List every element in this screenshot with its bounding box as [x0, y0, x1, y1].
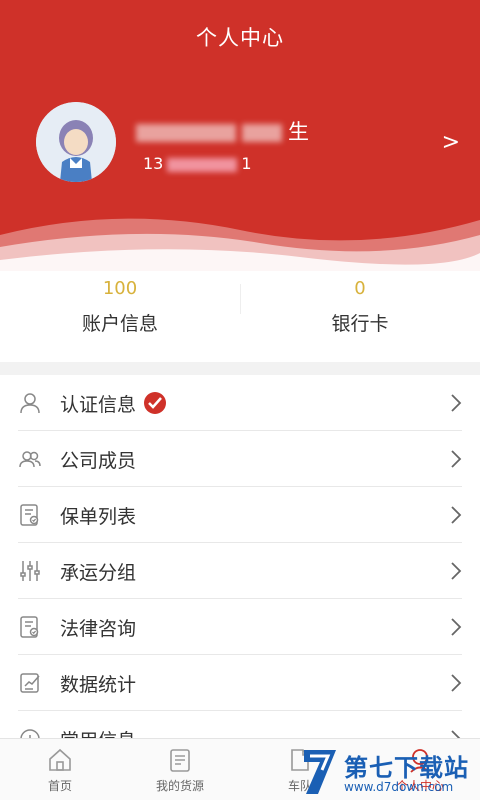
page-title: 个人中心 — [196, 26, 284, 50]
tab-label: 首页 — [47, 779, 72, 793]
chevron-right-icon — [451, 450, 462, 468]
redacted-phone — [167, 157, 238, 172]
verified-check-icon — [144, 391, 167, 414]
stat-label: 账户信息 — [81, 313, 158, 335]
tab-home[interactable]: 首页 — [0, 739, 120, 800]
menu-item-label: 保单列表 — [60, 505, 137, 528]
user-phone: 13 1 — [143, 154, 252, 173]
chevron-right-icon — [451, 562, 462, 580]
phone-prefix: 13 — [143, 154, 164, 173]
clipboard-icon — [170, 749, 190, 772]
redacted-name — [136, 124, 236, 142]
sliders-icon — [20, 561, 40, 581]
chevron-right-icon — [451, 394, 462, 412]
stats-icon — [20, 673, 40, 693]
redacted-name-2 — [242, 124, 282, 142]
menu-item-label: 承运分组 — [60, 561, 137, 584]
menu-item-legal[interactable]: 法律咨询 — [0, 599, 480, 655]
stat-account[interactable]: 100 账户信息 — [0, 272, 240, 362]
menu-item-label-text: 认证信息 — [60, 393, 137, 416]
menu-list: 认证信息 公司成员 保单列表 承运分组 法律咨询 数据统计 常用信息 — [0, 375, 480, 740]
menu-item-label: 数据统计 — [60, 673, 137, 696]
menu-item-statistics[interactable]: 数据统计 — [0, 655, 480, 711]
tab-my-cargo[interactable]: 我的货源 — [120, 739, 240, 800]
stat-value: 0 — [354, 278, 366, 299]
menu-item-label: 认证信息 — [60, 390, 167, 417]
stat-value: 100 — [102, 278, 138, 299]
stat-bankcard[interactable]: 0 银行卡 — [240, 272, 480, 362]
watermark-title: 第七下载站 — [344, 754, 469, 782]
chevron-right-icon — [451, 618, 462, 636]
members-icon — [19, 451, 41, 468]
header-wave — [0, 218, 480, 280]
person-icon — [20, 393, 40, 414]
menu-item-policies[interactable]: 保单列表 — [0, 487, 480, 543]
watermark-url: www.d7down.com — [344, 780, 454, 794]
stats-panel: 100 账户信息 0 银行卡 — [0, 272, 480, 362]
policy-icon — [20, 504, 39, 526]
stat-label: 银行卡 — [331, 313, 389, 335]
chevron-right-icon — [451, 674, 462, 692]
menu-item-members[interactable]: 公司成员 — [0, 431, 480, 487]
menu-item-carrier-groups[interactable]: 承运分组 — [0, 543, 480, 599]
avatar-illustration — [36, 102, 116, 182]
profile-header: 个人中心 生 13 1 > — [0, 0, 480, 280]
watermark-logo-icon — [304, 750, 336, 794]
phone-suffix: 1 — [241, 154, 252, 173]
chevron-right-icon — [451, 506, 462, 524]
home-icon — [49, 748, 71, 771]
site-watermark: 第七下载站 www.d7down.com — [300, 744, 480, 800]
avatar[interactable] — [36, 102, 116, 182]
user-name: 生 — [136, 116, 309, 146]
profile-arrow-icon[interactable]: > — [442, 130, 460, 155]
menu-item-certification[interactable]: 认证信息 — [0, 375, 480, 431]
menu-item-common-info[interactable]: 常用信息 — [0, 711, 480, 740]
tab-label: 我的货源 — [155, 779, 204, 793]
menu-item-label: 法律咨询 — [60, 617, 137, 640]
user-name-visible: 生 — [288, 120, 309, 144]
menu-item-label: 公司成员 — [60, 449, 137, 472]
legal-icon — [20, 616, 39, 638]
